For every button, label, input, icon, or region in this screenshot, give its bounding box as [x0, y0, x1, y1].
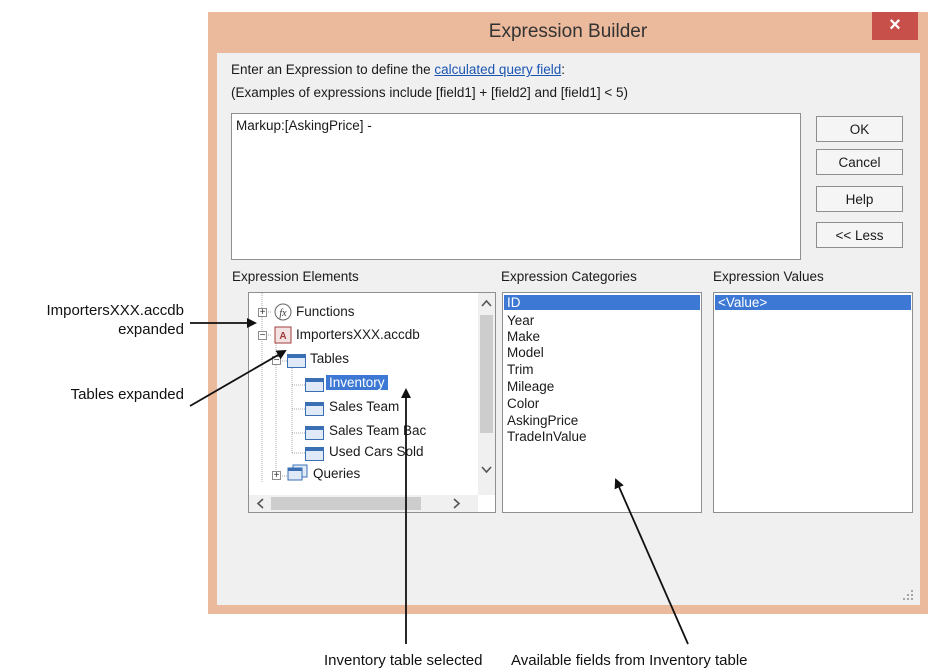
tree-item-used-cars-sold[interactable]: Used Cars Sold: [329, 444, 473, 459]
table-icon: [305, 402, 324, 416]
database-expander[interactable]: −: [258, 331, 267, 341]
expression-elements-label: Expression Elements: [232, 269, 359, 284]
category-item-tradeinvalue[interactable]: TradeInValue: [507, 429, 587, 444]
expression-input[interactable]: Markup:[AskingPrice] -: [231, 113, 801, 260]
scroll-up-icon[interactable]: [478, 295, 495, 312]
intro-text: Enter an Expression to define the: [231, 62, 435, 77]
category-item-trim[interactable]: Trim: [507, 362, 534, 377]
callout-available-fields: Available fields from Inventory table: [511, 652, 748, 669]
dialog-content: Enter an Expression to define the calcul…: [208, 12, 928, 614]
category-item-year[interactable]: Year: [507, 313, 534, 328]
help-button[interactable]: Help: [816, 186, 903, 212]
tree-item-tables[interactable]: Tables: [310, 351, 349, 366]
calculated-query-field-link[interactable]: calculated query field: [434, 62, 561, 77]
vertical-scrollbar[interactable]: [478, 293, 495, 495]
table-icon: [287, 354, 306, 368]
horizontal-scroll-thumb[interactable]: [271, 497, 421, 510]
table-icon: [305, 378, 324, 392]
ok-button[interactable]: OK: [816, 116, 903, 142]
tree-item-queries[interactable]: Queries: [313, 466, 360, 481]
callout-database-line2: expanded: [118, 321, 184, 338]
scroll-right-icon[interactable]: [448, 495, 465, 512]
function-icon: fx: [274, 303, 292, 321]
tree-item-sales-team-backup[interactable]: Sales Team Bac: [329, 423, 469, 438]
horizontal-scrollbar[interactable]: [249, 495, 478, 512]
tree-item-database[interactable]: ImportersXXX.accdb: [296, 327, 420, 342]
inventory-selected-label: Inventory: [326, 375, 388, 390]
less-button[interactable]: << Less: [816, 222, 903, 248]
table-icon: [305, 447, 324, 461]
cancel-button[interactable]: Cancel: [816, 149, 903, 175]
database-icon: A: [274, 326, 292, 344]
expression-values-list[interactable]: <Value>: [713, 292, 913, 513]
svg-text:A: A: [279, 331, 286, 342]
expression-values-label: Expression Values: [713, 269, 824, 284]
category-item-model[interactable]: Model: [507, 345, 544, 360]
expression-categories-label: Expression Categories: [501, 269, 637, 284]
scroll-down-icon[interactable]: [478, 461, 495, 478]
tree-item-functions[interactable]: Functions: [296, 304, 355, 319]
intro-line-1: Enter an Expression to define the calcul…: [231, 62, 565, 77]
table-icon: [305, 426, 324, 440]
callout-database-expanded: ImportersXXX.accdb expanded: [46, 302, 184, 338]
queries-expander[interactable]: +: [272, 471, 281, 481]
category-item-make[interactable]: Make: [507, 329, 540, 344]
callout-inventory-selected: Inventory table selected: [324, 652, 483, 669]
tables-expander[interactable]: −: [272, 356, 281, 366]
category-item-askingprice[interactable]: AskingPrice: [507, 413, 578, 428]
expression-elements-tree[interactable]: + fx Functions − A ImportersXXX.accdb − …: [248, 292, 496, 513]
category-item-mileage[interactable]: Mileage: [507, 379, 554, 394]
expression-value: Markup:[AskingPrice] -: [236, 118, 372, 133]
tree-item-inventory[interactable]: Inventory: [326, 375, 388, 390]
callout-tables-expanded: Tables expanded: [70, 386, 184, 403]
intro-line-2: (Examples of expressions include [field1…: [231, 85, 628, 100]
value-item-placeholder[interactable]: <Value>: [715, 295, 911, 310]
query-icon: [287, 464, 308, 481]
tree-item-sales-team[interactable]: Sales Team: [329, 399, 399, 414]
resize-grip-icon[interactable]: [900, 587, 916, 603]
intro-colon: :: [561, 62, 565, 77]
category-item-id[interactable]: ID: [504, 295, 700, 310]
scroll-left-icon[interactable]: [252, 495, 269, 512]
functions-expander[interactable]: +: [258, 308, 267, 318]
expression-categories-list[interactable]: ID Year Make Model Trim Mileage Color As…: [502, 292, 702, 513]
callout-database-line1: ImportersXXX.accdb: [46, 302, 184, 319]
vertical-scroll-thumb[interactable]: [480, 315, 493, 433]
svg-text:fx: fx: [279, 308, 287, 319]
category-item-color[interactable]: Color: [507, 396, 539, 411]
